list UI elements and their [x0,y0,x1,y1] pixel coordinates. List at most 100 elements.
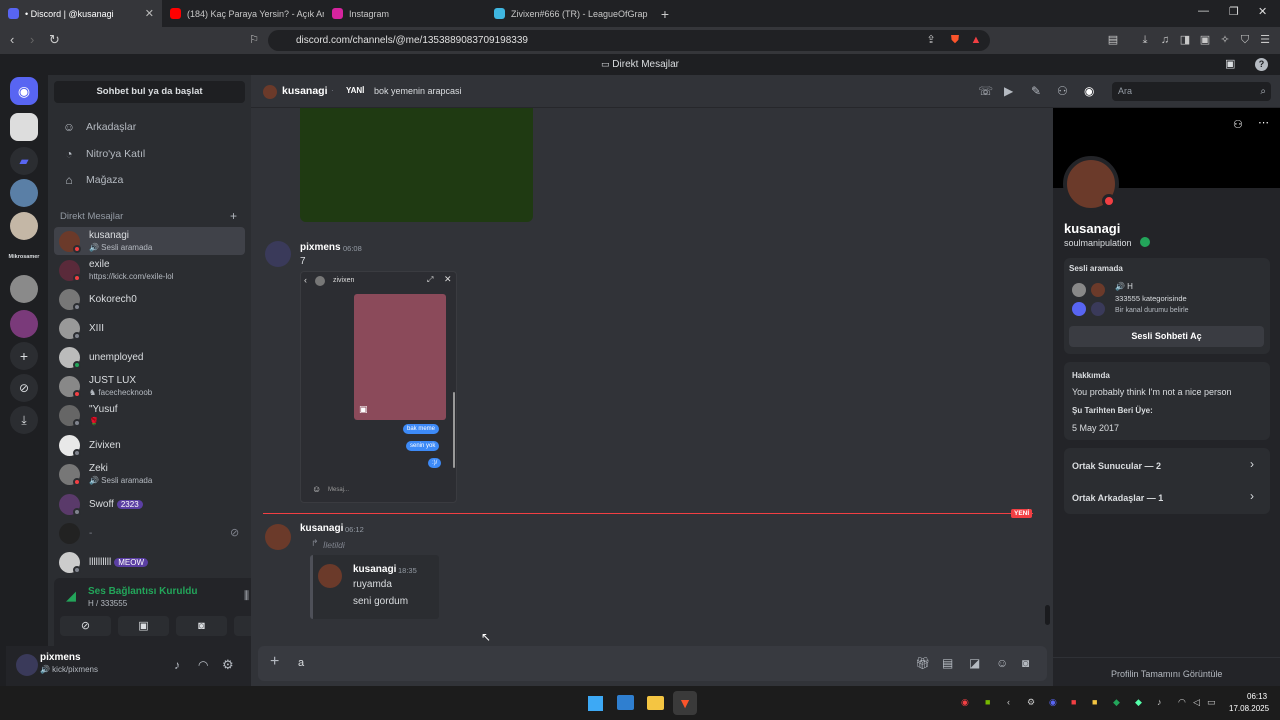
nav-friends[interactable]: ☺ Arkadaşlar [54,114,245,140]
explore-icon[interactable]: ⊘ [10,374,38,402]
tray-record-icon[interactable]: ■ [1071,697,1076,707]
message-avatar[interactable] [265,241,291,267]
tray-app-icon[interactable]: ◉ [961,697,969,708]
voice-status[interactable]: Ses Bağlantısı Kuruldu [88,586,197,597]
activity-button[interactable]: ◙ [176,616,227,636]
tab-instagram[interactable]: Instagram [324,0,486,27]
tray-security-icon[interactable]: ◆ [1113,697,1120,708]
server-avatar-4[interactable] [10,275,38,303]
add-friends-icon[interactable]: ⚇ [1057,84,1068,98]
brave-rewards-icon[interactable]: ▲ [969,33,983,47]
close-tab-icon[interactable]: ✕ [145,7,154,20]
forward-icon[interactable]: › [30,32,34,47]
url-field[interactable]: discord.com/channels/@me/135388908370919… [268,30,990,51]
tab-youtube[interactable]: (184) Kaç Paraya Yersin? - Açık Artırm [162,0,324,27]
screenshot-attachment[interactable]: ‹ zivixen ⤢ ✕ ▣ bak meme senin yok :)/ ☺… [300,271,457,503]
create-dm-icon[interactable]: + [230,209,237,223]
tray-arrow-icon[interactable]: ‹ [1007,697,1010,707]
discord-home-icon[interactable]: ◉ [10,77,38,105]
server-avatar-1[interactable] [10,113,38,141]
attach-plus-icon[interactable]: + [270,653,279,671]
headphones-icon[interactable]: ◠ [198,658,208,672]
more-options-icon[interactable]: ⋯ [1258,116,1269,129]
camera-off-button[interactable]: ⊘ [60,616,111,636]
nav-shop[interactable]: ⌂ Mağaza [54,167,245,193]
dm-item-xiii[interactable]: XIII [54,314,245,342]
dm-item-llll[interactable]: llllllllll MEOW [54,548,245,576]
screen-share-button[interactable]: ▣ [118,616,169,636]
tray-network-app-icon[interactable]: ◆ [1135,697,1142,708]
video-call-icon[interactable]: ▶ [1004,84,1013,98]
dm-item-kusanagi[interactable]: kusanagi 🔊 Sesli aramada [54,227,245,255]
emoji-icon[interactable]: ☺ [996,656,1008,670]
microphone-icon[interactable]: ♪ [174,658,180,672]
chat-scrollbar[interactable] [1045,605,1050,625]
sidebar-toggle-icon[interactable]: ◨ [1178,33,1192,47]
clock-date[interactable]: 17.08.2025 [1229,704,1269,713]
add-server-icon[interactable]: + [10,342,38,370]
dm-item-kokorech0[interactable]: Kokorech0 [54,285,245,313]
media-icon[interactable]: ♫ [1158,33,1172,47]
dm-item-dash[interactable]: - ⊘ [54,519,245,547]
brave-shield-icon[interactable]: ⛊ [948,33,962,47]
bookmark-icon[interactable]: ⚐ [247,33,261,47]
dm-item-swoff[interactable]: Swoff 2323 [54,490,245,518]
join-voice-button[interactable]: Sesli Sohbeti Aç [1069,326,1264,347]
reload-icon[interactable]: ↻ [49,32,60,48]
mutual-servers-row[interactable]: Ortak Sunucular — 2 › [1064,448,1270,481]
windows-start-icon[interactable] [588,696,603,711]
dm-item-zeki[interactable]: Zeki 🔊 Sesli aramada [54,460,245,488]
user-avatar[interactable] [16,654,38,676]
nav-nitro[interactable]: ◔ Nitro'ya Katıl [54,141,245,167]
tray-mic-icon[interactable]: ♪ [1157,697,1162,707]
gif-icon[interactable]: ▤ [942,656,953,670]
minimize-icon[interactable]: — [1198,5,1209,17]
download-icon[interactable]: ⤓ [1138,33,1152,47]
folder-icon[interactable]: ▰ [10,147,38,175]
apps-gamepad-icon[interactable]: ◙ [1022,656,1029,670]
dm-item-zivixen[interactable]: Zivixen [54,431,245,459]
back-icon[interactable]: ‹ [10,32,14,47]
gift-icon[interactable]: 🎁︎ [915,656,930,670]
voice-activity-hint[interactable]: Bir kanal durumu belirle [1115,307,1189,314]
clock-time[interactable]: 06:13 [1247,692,1267,701]
user-profile-icon[interactable]: ◉ [1084,84,1094,98]
server-avatar-2[interactable] [10,179,38,207]
widgets-icon[interactable] [617,695,634,710]
dm-item-just-lux[interactable]: JUST LUX ♞ facechecknoob [54,372,245,400]
download-apps-icon[interactable]: ⤓ [10,406,38,434]
dm-item-exile[interactable]: exile https://kick.com/exile-lol [54,256,245,284]
wifi-icon[interactable]: ◠ [1178,697,1186,708]
header-username[interactable]: kusanagi [282,85,328,97]
noise-suppression-icon[interactable]: ⫼ [244,590,249,603]
message-avatar[interactable] [265,524,291,550]
volume-icon[interactable]: ◁ [1193,697,1200,708]
vpn-icon[interactable]: ⛉ [1238,33,1252,47]
mutual-friends-row[interactable]: Ortak Arkadaşlar — 1 › [1064,481,1270,514]
share-icon[interactable]: ⇪ [924,33,938,47]
file-explorer-icon[interactable] [647,696,664,710]
tray-shield-icon[interactable]: ■ [1092,697,1097,707]
view-full-profile-link[interactable]: Profilin Tamamını Görüntüle [1111,669,1222,679]
message-author[interactable]: kusanagi [300,523,343,534]
reader-icon[interactable]: ▤ [1106,33,1120,47]
voice-call-icon[interactable]: ☏ [978,84,993,98]
tab-leagueofgraphs[interactable]: Zivixen#666 (TR) - LeagueOfGraphs [486,0,648,27]
menu-icon[interactable]: ☰ [1258,33,1272,47]
pin-icon[interactable]: ✎ [1031,84,1041,98]
dm-item-unemployed[interactable]: unemployed [54,343,245,371]
close-window-icon[interactable]: ✕ [1258,5,1267,18]
wallet-icon[interactable]: ▣ [1198,33,1212,47]
server-avatar-5[interactable] [10,310,38,338]
tray-settings-icon[interactable]: ⚙ [1027,697,1035,708]
search-input[interactable]: Ara ⌕ [1112,82,1271,101]
message-author[interactable]: pixmens [300,242,341,253]
brave-browser-icon[interactable]: ▼ [673,691,697,715]
new-tab-button[interactable]: + [654,3,676,25]
voice-channel[interactable]: H / 333555 [88,599,127,608]
server-avatar-3[interactable] [10,212,38,240]
image-attachment[interactable] [300,108,533,222]
dm-item-yusuf[interactable]: "Yusuf 🌹 [54,401,245,429]
leo-ai-icon[interactable]: ✧ [1218,33,1232,47]
sticker-icon[interactable]: ◪ [969,656,980,670]
